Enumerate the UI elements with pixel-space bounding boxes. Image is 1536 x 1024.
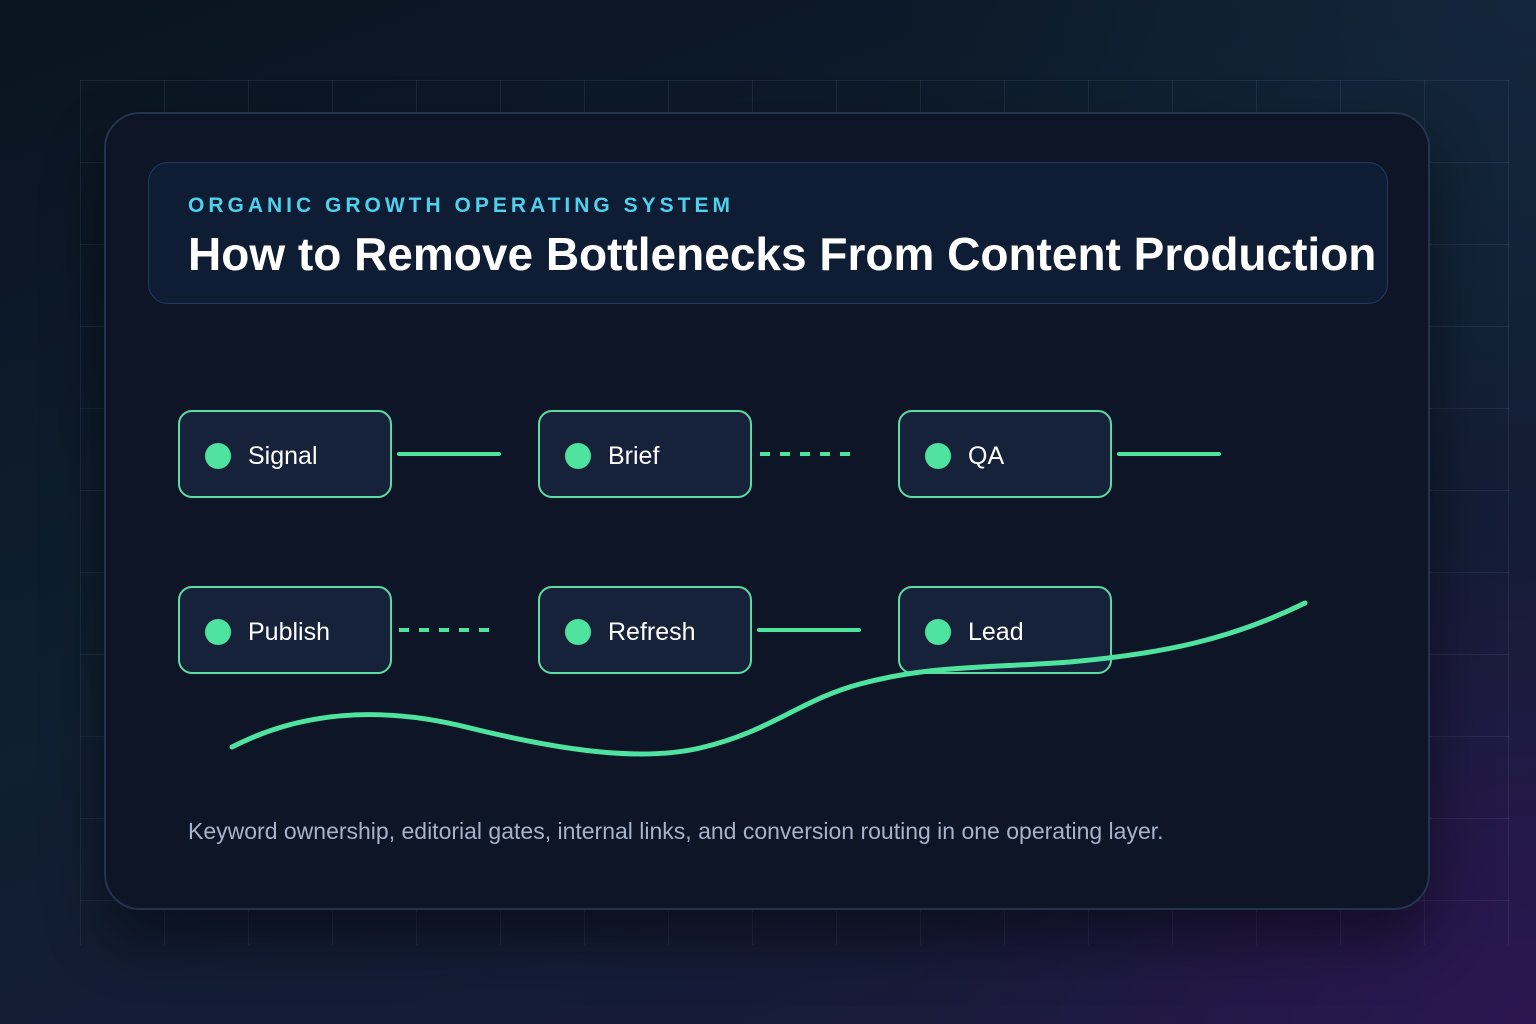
page-title: How to Remove Bottlenecks From Content P… [188, 228, 1377, 280]
node-label: Brief [608, 442, 660, 470]
node-lead[interactable]: Lead [898, 586, 1112, 674]
caption-text: Keyword ownership, editorial gates, inte… [188, 818, 1164, 844]
node-status-dot [205, 619, 231, 645]
node-label: Refresh [608, 618, 696, 646]
node-status-dot [565, 619, 591, 645]
eyebrow-label: ORGANIC GROWTH OPERATING SYSTEM [188, 194, 734, 217]
node-qa[interactable]: QA [898, 410, 1112, 498]
node-refresh[interactable]: Refresh [538, 586, 752, 674]
node-status-dot [925, 619, 951, 645]
node-signal[interactable]: Signal [178, 410, 392, 498]
node-label: QA [968, 442, 1005, 470]
node-publish[interactable]: Publish [178, 586, 392, 674]
node-status-dot [925, 443, 951, 469]
node-status-dot [565, 443, 591, 469]
node-label: Publish [248, 618, 330, 646]
node-label: Lead [968, 618, 1024, 646]
node-brief[interactable]: Brief [538, 410, 752, 498]
node-label: Signal [248, 442, 318, 470]
node-status-dot [205, 443, 231, 469]
